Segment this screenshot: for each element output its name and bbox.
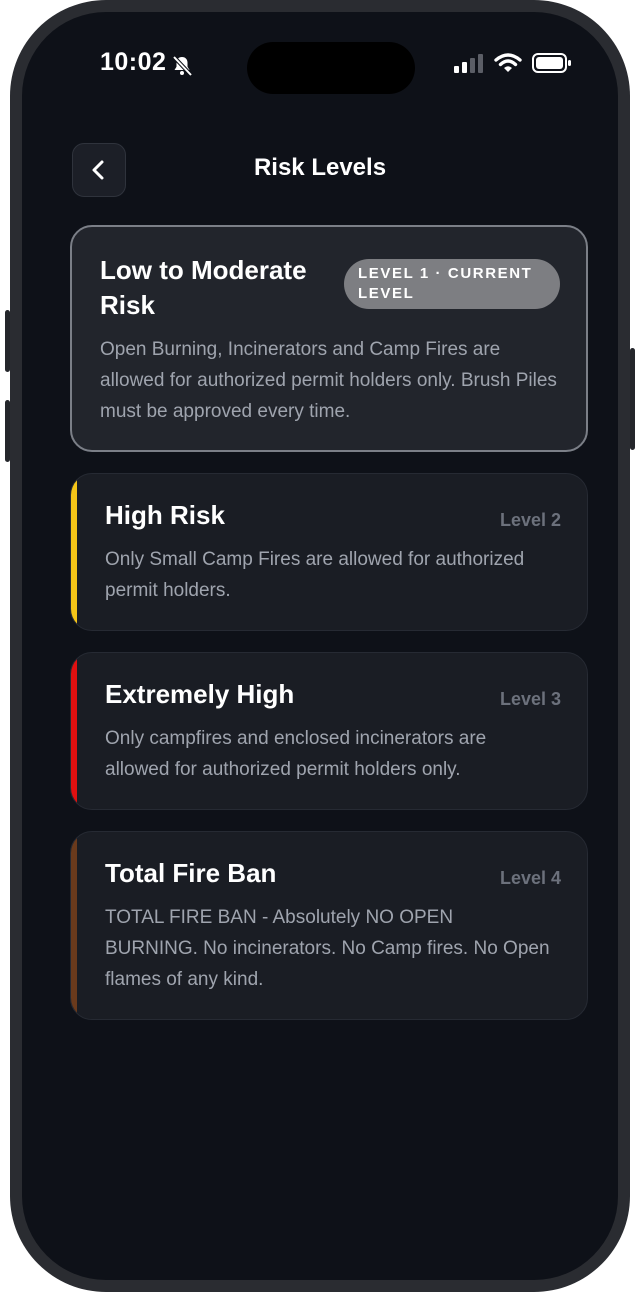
risk-level-number: Level 2 <box>499 510 561 530</box>
status-indicators <box>454 52 572 74</box>
risk-level-title: Total Fire Ban <box>105 858 277 888</box>
risk-level-description: Only campfires and enclosed incinerators… <box>105 728 487 780</box>
wifi-icon <box>494 53 522 72</box>
battery-icon <box>532 53 571 73</box>
risk-level-card-1[interactable]: Low to Moderate Risk LEVEL 1 · CURRENT L… <box>70 225 588 452</box>
risk-level-number: Level 4 <box>499 868 561 888</box>
current-level-badge: LEVEL 1 · CURRENT LEVEL <box>344 259 560 309</box>
risk-level-description: Only Small Camp Fires are allowed for au… <box>105 549 525 601</box>
screen: 10:02 Risk Levels Low to Moderate Risk L… <box>22 12 618 1280</box>
volume-up-button <box>5 310 10 372</box>
volume-down-button <box>5 400 10 462</box>
risk-level-card-3[interactable]: Extremely High Level 3 Only campfires an… <box>70 652 588 810</box>
cellular-signal-icon <box>454 54 483 73</box>
bell-muted-icon <box>172 55 193 77</box>
risk-level-title: Low to Moderate Risk <box>100 255 307 320</box>
level-accent-bar <box>71 474 77 630</box>
dynamic-island <box>247 42 415 94</box>
risk-level-title: Extremely High <box>105 679 295 709</box>
status-time: 10:02 <box>100 48 167 76</box>
power-button <box>630 348 635 450</box>
phone-frame: 10:02 Risk Levels Low to Moderate Risk L… <box>5 0 635 1292</box>
risk-level-description: TOTAL FIRE BAN - Absolutely NO OPEN BURN… <box>105 907 550 990</box>
risk-level-card-2[interactable]: High Risk Level 2 Only Small Camp Fires … <box>70 473 588 631</box>
risk-level-title: High Risk <box>105 500 225 530</box>
risk-level-card-4[interactable]: Total Fire Ban Level 4 TOTAL FIRE BAN - … <box>70 831 588 1020</box>
risk-level-description: Open Burning, Incinerators and Camp Fire… <box>100 339 557 422</box>
level-accent-bar <box>71 653 77 809</box>
level-accent-bar <box>71 832 77 1019</box>
risk-level-number: Level 3 <box>499 689 561 709</box>
page-title: Risk Levels <box>253 154 387 181</box>
